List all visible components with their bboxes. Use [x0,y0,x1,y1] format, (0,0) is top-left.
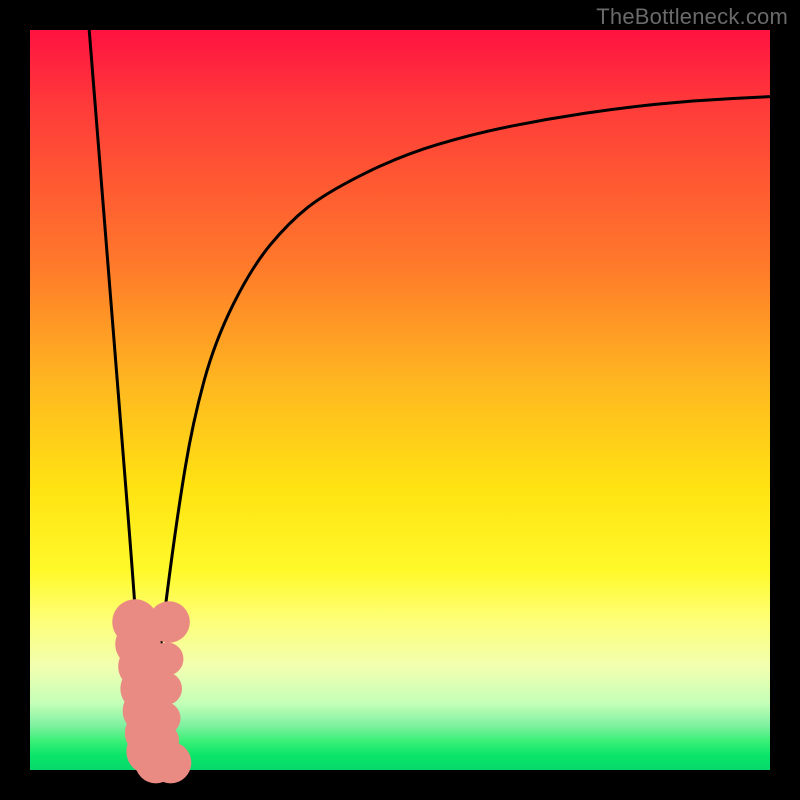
marker-dot [148,601,189,642]
marker-dot [150,642,183,675]
chart-frame: TheBottleneck.com [0,0,800,800]
plot-area [30,30,770,770]
attribution-text: TheBottleneck.com [596,4,788,30]
curve-layer [30,30,770,770]
marker-dot [149,672,182,705]
marker-cluster [112,599,191,783]
bottleneck-curve [89,30,770,770]
marker-dot [146,724,179,757]
